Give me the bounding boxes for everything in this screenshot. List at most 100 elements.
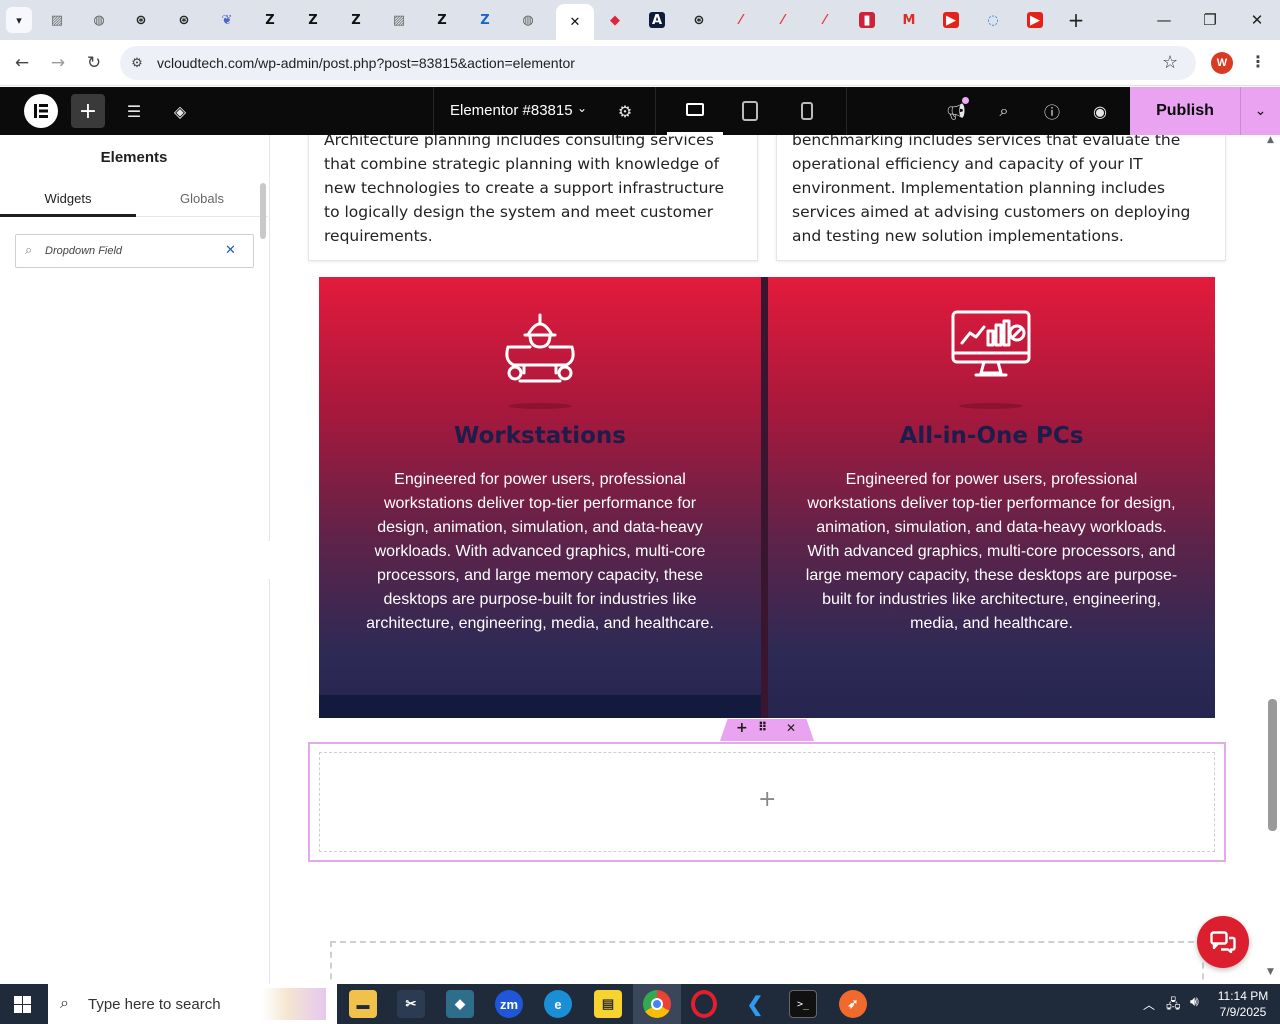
add-widget-plus-icon[interactable]: + [758, 787, 776, 812]
browser-tab[interactable]: ⊛ [165, 6, 203, 34]
browser-tab[interactable]: ◍ [80, 6, 118, 34]
reload-icon[interactable]: ↻ [82, 51, 106, 75]
vscode-icon[interactable]: ❮ [741, 990, 769, 1018]
panel-scrollbar[interactable] [260, 183, 266, 239]
add-section-plus-icon[interactable]: + [736, 720, 748, 736]
preview-eye-icon[interactable]: ◉ [1088, 99, 1112, 123]
browser-tab[interactable]: A [638, 6, 676, 34]
minimize-icon[interactable]: — [1144, 8, 1184, 32]
bookmark-star-icon[interactable]: ☆ [1162, 52, 1178, 73]
widget-search-field[interactable]: ⌕ Dropdown Field ✕ [15, 234, 254, 268]
delete-section-icon[interactable]: ✕ [786, 721, 796, 735]
chrome-taskbar-item[interactable] [633, 984, 681, 1024]
site-settings-sliders-icon[interactable]: ☰ [122, 99, 146, 123]
chat-button[interactable] [1197, 916, 1249, 968]
structure-layers-icon[interactable]: ◈ [168, 99, 192, 123]
browser-tab[interactable]: ✕ [556, 4, 594, 40]
column-footer-bar [319, 695, 761, 718]
browser-tab[interactable]: ◆ [596, 6, 634, 34]
browser-tab[interactable]: ▨ [38, 6, 76, 34]
all-in-one-desc-line: media, and healthcare. [910, 615, 1073, 632]
tablet-icon[interactable] [742, 101, 758, 121]
forward-arrow-icon[interactable]: → [46, 51, 70, 75]
url-text[interactable]: vcloudtech.com/wp-admin/post.php?post=83… [157, 55, 575, 71]
browser-tab[interactable]: ◌ [974, 6, 1012, 34]
zoom-icon[interactable]: zm [495, 990, 523, 1018]
clock-date: 7/9/2025 [1219, 1005, 1267, 1019]
browser-tab[interactable]: ▶ [1016, 6, 1054, 34]
snipping-tool-icon[interactable]: ✂ [397, 990, 425, 1018]
all-in-one-column[interactable]: All-in-One PCs Engineered for power user… [768, 277, 1215, 718]
help-icon[interactable]: ⓘ [1040, 99, 1064, 123]
browser-tab[interactable]: ◍ [509, 6, 547, 34]
chat-bubbles-icon [1210, 931, 1236, 953]
chevron-down-icon[interactable]: ⌄ [577, 101, 587, 115]
opera-icon[interactable] [691, 990, 717, 1018]
workstations-desc-line: desktops are purpose-built for industrie… [383, 591, 697, 608]
window-close-icon[interactable]: ✕ [1237, 8, 1277, 32]
postman-icon[interactable]: ➶ [839, 990, 867, 1018]
search-input[interactable]: Dropdown Field [45, 245, 122, 257]
new-tab-button[interactable]: + [1056, 8, 1096, 32]
search-icon[interactable]: ⌕ [992, 99, 1016, 123]
sticky-notes-icon[interactable]: ▤ [594, 990, 622, 1018]
browser-tab[interactable]: M [890, 6, 928, 34]
document-title[interactable]: Elementor #83815 [450, 102, 573, 119]
profile-avatar[interactable]: W [1211, 52, 1233, 74]
windows-taskbar: ⌕ Type here to search ▬ ✂ ◆ zm e ▤ ❮ >_ … [0, 984, 1280, 1024]
tab-globals[interactable]: Globals [136, 183, 268, 217]
empty-container[interactable]: + [319, 752, 1215, 852]
browser-tab[interactable]: Z [251, 6, 289, 34]
tray-chevron-up-icon[interactable]: ︿ [1143, 996, 1155, 1013]
browser-tab[interactable]: Z [294, 6, 332, 34]
mobile-icon[interactable] [801, 102, 813, 120]
site-settings-icon[interactable]: ⚙ [128, 54, 146, 72]
openai-icon: ⊛ [693, 12, 705, 28]
browser-tab[interactable]: ▨ [380, 6, 418, 34]
scroll-down-icon[interactable]: ▼ [1267, 967, 1274, 977]
app-diamond-icon[interactable]: ◆ [446, 990, 474, 1018]
file-explorer-icon[interactable]: ▬ [349, 990, 377, 1018]
browser-tab[interactable]: Z [423, 6, 461, 34]
drag-handle-icon[interactable]: ⠿ [758, 720, 767, 734]
terminal-icon[interactable]: >_ [789, 990, 817, 1018]
restore-icon[interactable]: ❐ [1190, 8, 1230, 32]
browser-tab[interactable]: Z [337, 6, 375, 34]
publish-button[interactable]: Publish [1130, 87, 1240, 135]
clear-search-icon[interactable]: ✕ [225, 243, 236, 258]
browser-tab[interactable]: ⁄ [806, 6, 844, 34]
drop-zone[interactable] [330, 941, 1204, 984]
taskbar-search-box[interactable]: ⌕ Type here to search [48, 984, 337, 1024]
browser-tab[interactable]: ⁄ [764, 6, 802, 34]
browser-tab[interactable]: ⁄ [722, 6, 760, 34]
volume-icon[interactable]: 🔊︎ [1190, 994, 1199, 1010]
page-settings-gear-icon[interactable]: ⚙ [613, 99, 637, 123]
taskbar-search-placeholder[interactable]: Type here to search [88, 996, 221, 1013]
scroll-up-icon[interactable]: ▲ [1267, 135, 1274, 145]
tab-widgets[interactable]: Widgets [0, 183, 136, 217]
browser-tab[interactable]: ▮ [848, 6, 886, 34]
browser-tab[interactable]: ▶ [932, 6, 970, 34]
browser-tab[interactable]: ❦ [208, 6, 246, 34]
browser-tab[interactable]: ⊛ [122, 6, 160, 34]
divider [433, 87, 434, 135]
network-icon[interactable]: 🖧︎ [1166, 995, 1181, 1017]
info-card-right[interactable]: benchmarking includes services that eval… [776, 135, 1226, 261]
clock[interactable]: 11:14 PM 7/9/2025 [1214, 988, 1272, 1020]
workstations-column[interactable]: Workstations Engineered for power users,… [319, 277, 761, 718]
windows-start-icon[interactable] [14, 996, 31, 1013]
back-arrow-icon[interactable]: ← [10, 51, 34, 75]
publish-options-chevron-icon[interactable]: ⌄ [1240, 87, 1280, 135]
desktop-view-button[interactable] [667, 87, 723, 135]
address-bar[interactable]: ⚙ vcloudtech.com/wp-admin/post.php?post=… [120, 46, 1196, 80]
empty-section[interactable]: + [308, 742, 1226, 862]
elementor-logo-icon[interactable] [24, 94, 58, 128]
info-card-left[interactable]: Architecture planning includes consultin… [308, 135, 758, 261]
tab-search-button[interactable]: ▾ [1, 6, 37, 34]
browser-tab[interactable]: Z [466, 6, 504, 34]
edge-icon[interactable]: e [544, 990, 572, 1018]
add-element-button[interactable]: + [71, 94, 105, 128]
browser-menu-icon[interactable]: ⋮ [1250, 52, 1266, 71]
browser-tab[interactable]: ⊛ [680, 6, 718, 34]
canvas-scrollbar[interactable] [1268, 699, 1277, 831]
